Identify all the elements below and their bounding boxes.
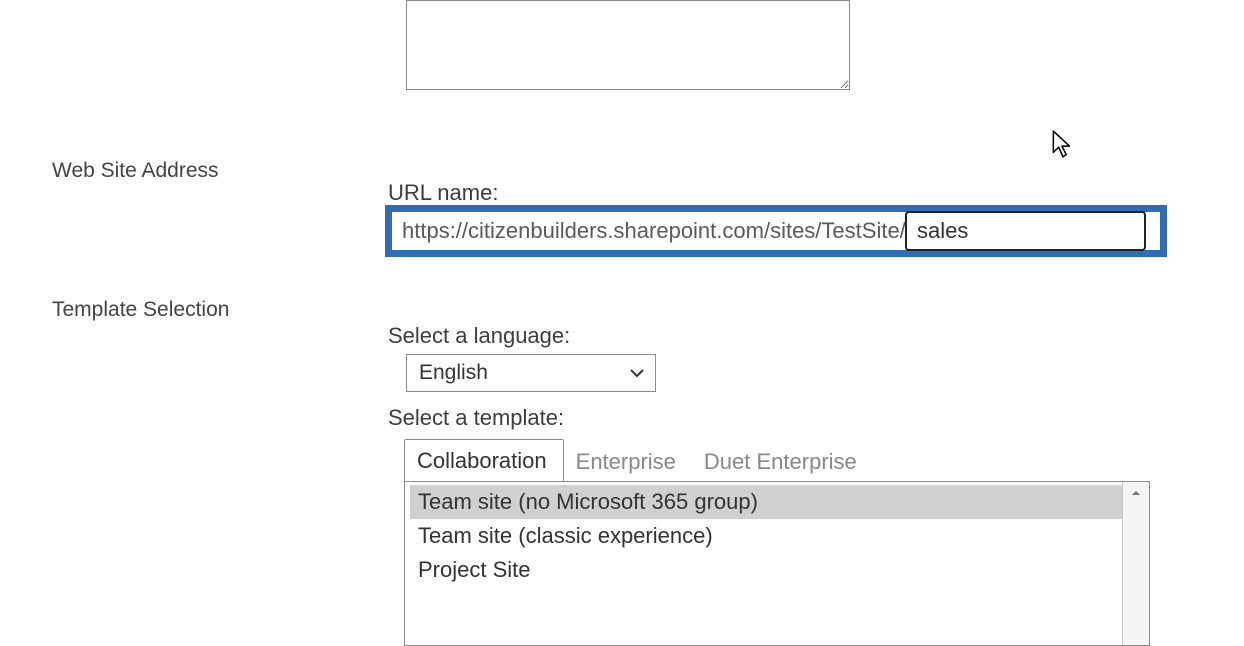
url-name-label: URL name: (388, 180, 498, 206)
chevron-down-icon (629, 365, 645, 381)
scrollbar-arrow-up-icon[interactable] (1123, 482, 1149, 504)
template-label: Select a template: (388, 405, 564, 431)
language-select[interactable]: English (406, 354, 656, 392)
create-subsite-form: Web Site Address URL name: https://citiz… (0, 0, 1244, 646)
tab-duet-enterprise[interactable]: Duet Enterprise (692, 441, 873, 483)
template-listbox[interactable]: Team site (no Microsoft 365 group) Team … (404, 481, 1150, 646)
cursor-icon (1052, 130, 1074, 160)
tab-enterprise[interactable]: Enterprise (564, 441, 692, 483)
language-select-value: English (419, 361, 488, 385)
url-name-input[interactable] (905, 211, 1146, 251)
template-item-team-site-no-group[interactable]: Team site (no Microsoft 365 group) (410, 485, 1122, 519)
url-prefix-text: https://citizenbuilders.sharepoint.com/s… (402, 218, 906, 244)
section-label-template-selection: Template Selection (52, 298, 229, 322)
template-item-team-site-classic[interactable]: Team site (classic experience) (410, 519, 1122, 553)
tab-collaboration[interactable]: Collaboration (404, 439, 564, 483)
template-listbox-scrollbar[interactable] (1122, 482, 1149, 645)
section-label-web-site-address: Web Site Address (52, 159, 219, 183)
template-tabs: Collaboration Enterprise Duet Enterprise (404, 438, 873, 482)
language-label: Select a language: (388, 323, 570, 349)
template-item-project-site[interactable]: Project Site (410, 553, 1122, 587)
description-textarea[interactable] (406, 0, 850, 90)
